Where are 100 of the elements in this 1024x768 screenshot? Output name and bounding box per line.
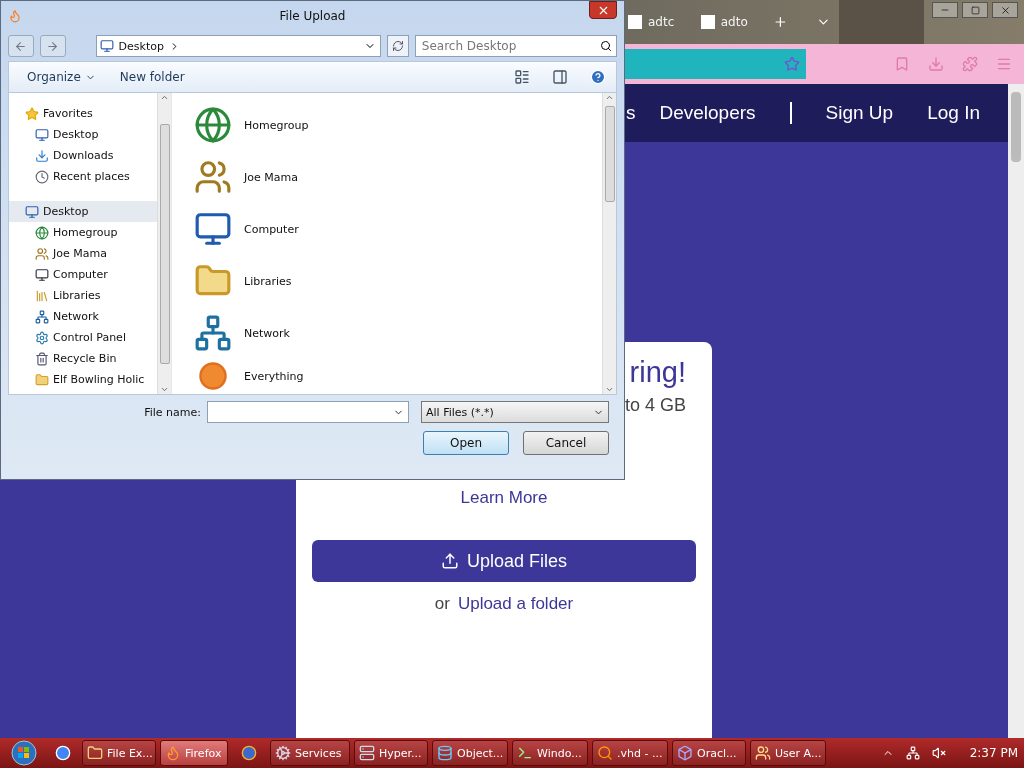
content-scrollbar[interactable] bbox=[602, 93, 616, 394]
scrollbar-thumb[interactable] bbox=[1011, 92, 1021, 162]
back-arrow-icon bbox=[14, 39, 28, 53]
network-icon[interactable] bbox=[905, 746, 920, 760]
nav-tree-item[interactable]: Elf Bowling Holic bbox=[9, 369, 157, 390]
forward-button[interactable] bbox=[39, 35, 66, 57]
nav-item-icon bbox=[35, 288, 49, 303]
view-list-icon[interactable] bbox=[514, 69, 530, 85]
taskbar-button[interactable]: .vhd - ... bbox=[592, 740, 668, 766]
taskbar-button[interactable]: Services bbox=[270, 740, 350, 766]
nav-tree-item[interactable]: Desktop bbox=[9, 201, 157, 222]
refresh-icon bbox=[391, 40, 404, 52]
nav-item-icon bbox=[35, 267, 49, 282]
file-type-dropdown[interactable]: All Files (*.*) bbox=[421, 401, 609, 423]
scroll-up-icon[interactable] bbox=[160, 93, 169, 102]
nav-item-icon bbox=[35, 127, 49, 142]
scroll-down-icon[interactable] bbox=[605, 385, 614, 394]
file-item[interactable]: Joe Mama bbox=[190, 151, 602, 203]
address-crumb[interactable]: Desktop bbox=[118, 39, 164, 53]
nav-item-icon bbox=[25, 204, 39, 219]
nav-tree-item[interactable]: Network bbox=[9, 306, 157, 327]
forward-arrow-icon bbox=[46, 39, 60, 53]
monitor-icon bbox=[99, 39, 114, 53]
nav-item-icon bbox=[35, 148, 49, 163]
nav-link[interactable]: Log In bbox=[927, 102, 980, 124]
nav-tree-item[interactable]: Control Panel bbox=[9, 327, 157, 348]
close-icon bbox=[999, 4, 1011, 16]
scrollbar-thumb[interactable] bbox=[159, 123, 170, 364]
file-item[interactable]: Libraries bbox=[190, 255, 602, 307]
nav-item-icon bbox=[35, 309, 49, 324]
volume-muted-icon[interactable] bbox=[931, 746, 946, 760]
dialog-title: File Upload bbox=[278, 9, 347, 23]
file-item[interactable]: Homegroup bbox=[190, 99, 602, 151]
search-box[interactable]: Search Desktop bbox=[414, 35, 617, 57]
nav-tree-item[interactable]: Recycle Bin bbox=[9, 348, 157, 369]
browser-tab[interactable]: adtc bbox=[628, 7, 693, 37]
server-icon bbox=[359, 745, 375, 761]
file-item[interactable]: Computer bbox=[190, 203, 602, 255]
nav-link[interactable]: Sign Up bbox=[825, 102, 894, 124]
nav-tree-item[interactable]: Libraries bbox=[9, 285, 157, 306]
browser-tab[interactable]: adto bbox=[700, 7, 766, 37]
new-folder-button[interactable]: New folder bbox=[119, 70, 185, 84]
taskbar-button[interactable]: Windo... bbox=[512, 740, 588, 766]
search-icon[interactable] bbox=[600, 40, 612, 52]
nav-item-icon bbox=[35, 351, 49, 366]
favicon-icon bbox=[700, 15, 715, 29]
favicon-icon bbox=[628, 15, 642, 29]
cube-icon bbox=[677, 745, 693, 761]
preview-pane-icon[interactable] bbox=[552, 69, 568, 85]
close-button[interactable] bbox=[589, 1, 617, 19]
file-name-field[interactable] bbox=[207, 401, 409, 423]
file-name-label: File name: bbox=[144, 405, 201, 419]
nav-tree-item[interactable]: Favorites bbox=[9, 103, 157, 124]
clock-time[interactable]: 2:37 PM bbox=[969, 746, 1018, 760]
help-icon[interactable] bbox=[590, 69, 606, 85]
back-button[interactable] bbox=[8, 35, 34, 57]
taskbar-button[interactable]: Object... bbox=[432, 740, 508, 766]
refresh-button[interactable] bbox=[386, 35, 409, 57]
page-scrollbar[interactable] bbox=[1008, 84, 1024, 738]
flame-icon bbox=[165, 745, 181, 761]
learn-more-link[interactable]: Learn More bbox=[460, 488, 548, 508]
maximize-button[interactable] bbox=[962, 2, 988, 18]
address-bar[interactable]: Desktop bbox=[95, 35, 381, 57]
nav-item-icon bbox=[35, 225, 49, 240]
file-item[interactable]: Network bbox=[190, 307, 602, 359]
scroll-up-icon[interactable] bbox=[605, 93, 614, 102]
nav-link[interactable]: s bbox=[625, 102, 636, 124]
upload-files-button[interactable]: Upload Files bbox=[312, 540, 696, 582]
scrollbar-thumb[interactable] bbox=[604, 106, 615, 202]
nav-tree-item[interactable]: Computer bbox=[9, 264, 157, 285]
dialog-button[interactable]: Open bbox=[423, 431, 509, 455]
flame-icon bbox=[8, 9, 22, 23]
search-icon bbox=[597, 745, 613, 761]
nav-item-icon bbox=[35, 330, 49, 345]
dialog-button[interactable]: Cancel bbox=[523, 431, 609, 455]
nav-tree-item[interactable]: Recent places bbox=[9, 166, 157, 187]
file-item[interactable]: Everything bbox=[190, 359, 602, 393]
organize-button[interactable]: Organize bbox=[27, 70, 96, 84]
nav-tree-item[interactable]: Homegroup bbox=[9, 222, 157, 243]
minimize-button[interactable] bbox=[932, 2, 958, 18]
nav-tree-item[interactable]: Desktop bbox=[9, 124, 157, 145]
nav-scrollbar[interactable] bbox=[157, 93, 171, 394]
upload-icon bbox=[440, 552, 459, 570]
bookmark-star-icon[interactable] bbox=[784, 56, 800, 72]
card-heading: ring! bbox=[629, 356, 686, 389]
terminal-icon bbox=[517, 745, 533, 761]
scroll-down-icon[interactable] bbox=[160, 385, 169, 394]
taskbar-button[interactable]: Hyper... bbox=[354, 740, 428, 766]
database-icon bbox=[437, 745, 453, 761]
nav-item-icon bbox=[35, 169, 49, 184]
taskbar-button[interactable]: User A... bbox=[750, 740, 826, 766]
nav-link[interactable]: Developers bbox=[659, 102, 756, 124]
upload-folder-link[interactable]: Upload a folder bbox=[457, 594, 574, 614]
nav-tree-item[interactable]: Downloads bbox=[9, 145, 157, 166]
nav-item-icon bbox=[35, 246, 49, 261]
taskbar-button[interactable]: Oracl... bbox=[672, 740, 746, 766]
maximize-icon bbox=[970, 5, 980, 15]
taskbar-button[interactable]: Firefox bbox=[160, 740, 228, 766]
nav-tree-item[interactable]: Joe Mama bbox=[9, 243, 157, 264]
taskbar-button[interactable]: File Ex... bbox=[82, 740, 156, 766]
